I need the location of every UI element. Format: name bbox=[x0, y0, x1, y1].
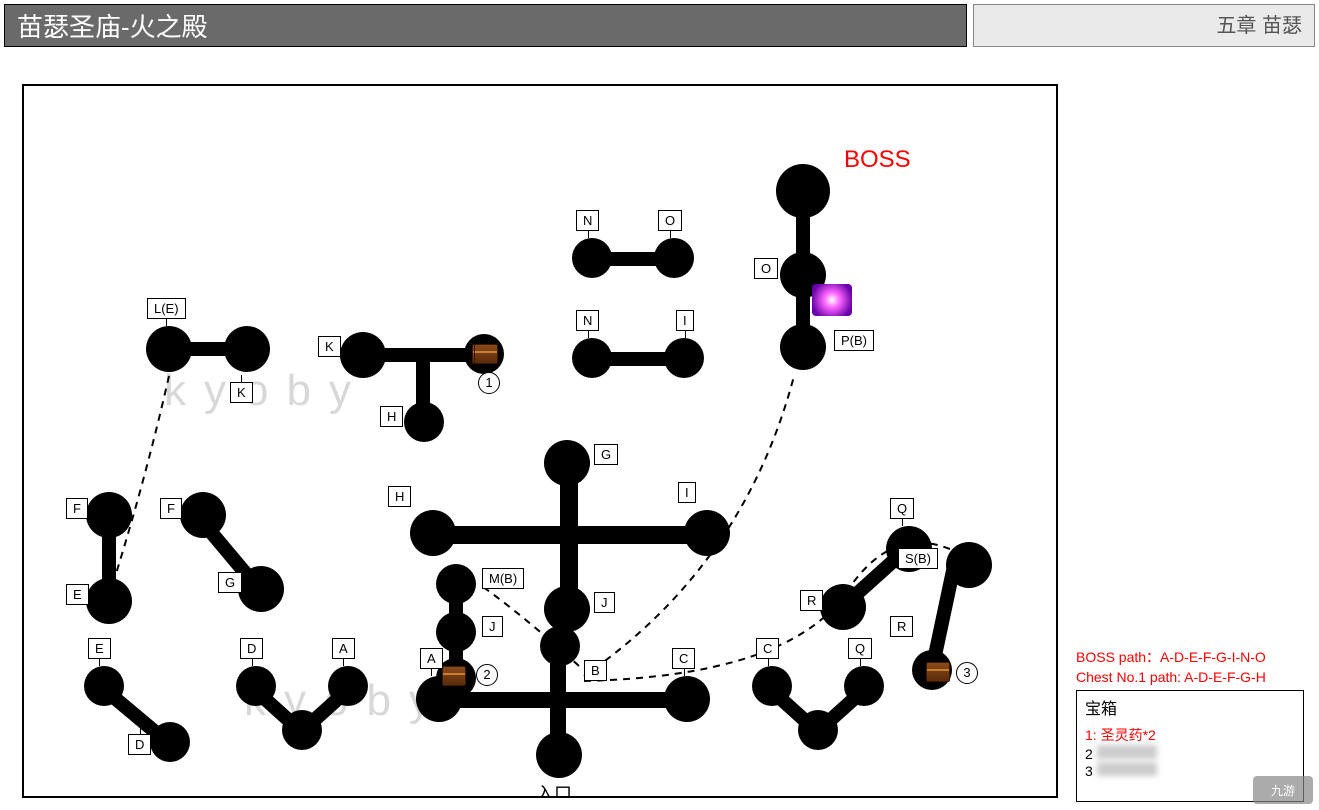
map-node bbox=[436, 612, 476, 652]
map-node bbox=[540, 626, 580, 666]
map-node bbox=[844, 666, 884, 706]
chest-number: 3 bbox=[956, 662, 978, 684]
site-logo: 九游 bbox=[1253, 776, 1313, 804]
map-node bbox=[238, 566, 284, 612]
map-node bbox=[150, 722, 190, 762]
node-label: F bbox=[66, 498, 88, 519]
node-label: G bbox=[594, 444, 618, 465]
chest-icon bbox=[474, 344, 498, 364]
node-label: A bbox=[332, 638, 355, 659]
node-label: A bbox=[420, 648, 443, 669]
watermark: kyoby bbox=[164, 366, 369, 416]
boss-label: BOSS bbox=[844, 146, 911, 174]
node-label: J bbox=[482, 616, 503, 637]
node-label: O bbox=[658, 210, 682, 231]
node-label: N bbox=[576, 310, 599, 331]
node-label: R bbox=[800, 590, 823, 611]
node-label: M(B) bbox=[482, 568, 524, 589]
node-label: F bbox=[160, 498, 182, 519]
boss-path-text: BOSS path：A-D-E-F-G-I-N-O bbox=[1076, 648, 1266, 668]
map-node bbox=[224, 326, 270, 372]
node-label: Q bbox=[848, 638, 872, 659]
node-label: K bbox=[230, 382, 253, 403]
map-node bbox=[328, 666, 368, 706]
map-node bbox=[684, 510, 730, 556]
chest-icon bbox=[926, 662, 950, 682]
map-node bbox=[404, 402, 444, 442]
chest-number: 1 bbox=[478, 372, 500, 394]
path-notes: BOSS path：A-D-E-F-G-I-N-O Chest No.1 pat… bbox=[1076, 648, 1266, 687]
node-label: B bbox=[584, 660, 607, 681]
map-diagram: kyoby kyoby BOSS L(E) K K H 1 N O N I O … bbox=[22, 84, 1058, 798]
legend-item: 1: 圣灵药*2 bbox=[1085, 725, 1295, 745]
node-label: K bbox=[318, 336, 341, 357]
map-edge bbox=[436, 692, 696, 708]
map-node bbox=[654, 238, 694, 278]
node-label: L(E) bbox=[147, 298, 186, 319]
legend-item: 2 bbox=[1085, 745, 1295, 762]
chapter-label: 五章 苗瑟 bbox=[973, 4, 1315, 47]
map-node bbox=[664, 338, 704, 378]
node-label: I bbox=[676, 310, 694, 331]
chest-icon bbox=[442, 666, 466, 686]
node-label: Q bbox=[890, 498, 914, 519]
map-node bbox=[86, 578, 132, 624]
orb-icon bbox=[812, 284, 852, 316]
map-node bbox=[780, 324, 826, 370]
node-label: N bbox=[576, 210, 599, 231]
node-label: R bbox=[890, 616, 913, 637]
chest-path-text: Chest No.1 path: A-D-E-F-G-H bbox=[1076, 668, 1266, 688]
node-label: S(B) bbox=[898, 548, 938, 569]
node-label: G bbox=[218, 572, 242, 593]
node-label: E bbox=[88, 638, 111, 659]
node-label: I bbox=[678, 482, 696, 503]
node-label: P(B) bbox=[834, 330, 874, 351]
node-label: D bbox=[240, 638, 263, 659]
entry-label: 入口 bbox=[536, 780, 572, 798]
node-label: C bbox=[756, 638, 779, 659]
node-label: C bbox=[672, 648, 695, 669]
map-node bbox=[536, 732, 582, 778]
node-label: H bbox=[388, 486, 411, 507]
page-title: 苗瑟圣庙-火之殿 bbox=[4, 4, 967, 47]
map-node bbox=[664, 676, 710, 722]
node-label: J bbox=[594, 592, 615, 613]
node-label: H bbox=[380, 406, 403, 427]
chest-number: 2 bbox=[476, 664, 498, 686]
node-label: D bbox=[128, 734, 151, 755]
node-label: E bbox=[66, 584, 89, 605]
legend-title: 宝箱 bbox=[1085, 695, 1295, 719]
node-label: O bbox=[754, 258, 778, 279]
map-node bbox=[544, 586, 590, 632]
